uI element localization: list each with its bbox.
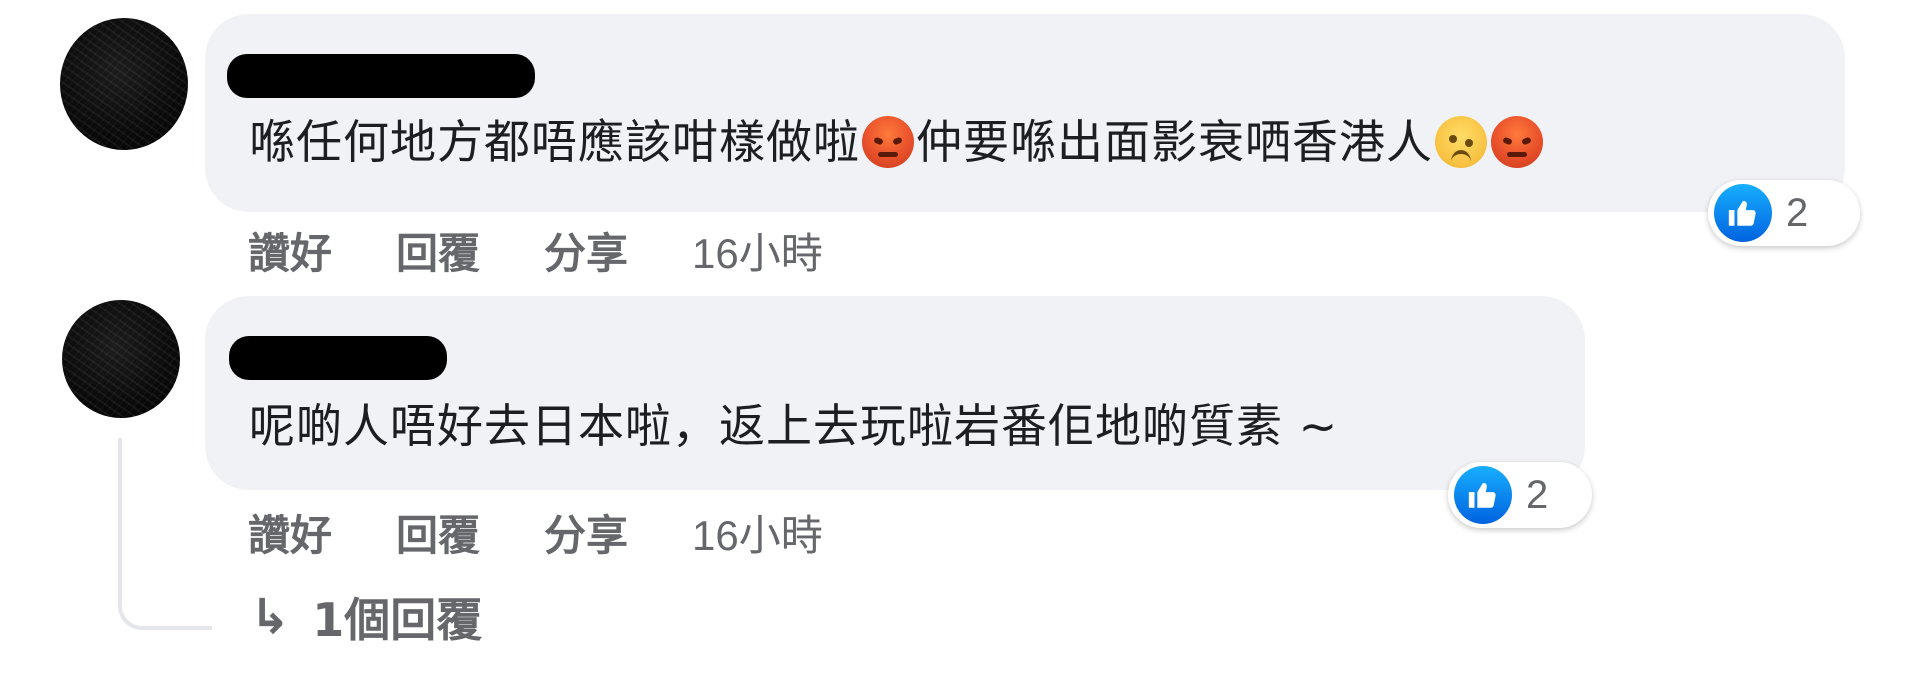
comment-actions-2: 讚好 回覆 分享 16小時	[248, 502, 823, 563]
comment-bubble-1: 喺任何地方都唔應該咁樣做啦 仲要喺出面影衰哂香港人	[205, 14, 1845, 212]
comment-bubble-2: 呢啲人唔好去日本啦，返上去玩啦岩番佢地啲質素 ~	[205, 296, 1585, 490]
share-action[interactable]: 分享	[544, 220, 628, 281]
share-action[interactable]: 分享	[544, 502, 628, 563]
reply-arrow-icon: ↳	[250, 589, 291, 645]
view-replies-link[interactable]: ↳ 1個回覆	[250, 584, 482, 650]
angry-face-emoji	[1491, 116, 1543, 168]
thumbs-up-icon	[1454, 466, 1512, 524]
commenter-avatar-1[interactable]	[60, 18, 188, 150]
reaction-count-2: 2	[1526, 472, 1549, 517]
redacted-commenter-name-1[interactable]	[227, 54, 535, 98]
woozy-face-emoji	[1435, 116, 1487, 168]
comment-text-1: 喺任何地方都唔應該咁樣做啦 仲要喺出面影衰哂香港人	[249, 114, 1545, 170]
reaction-badge-1[interactable]: 2	[1708, 180, 1860, 246]
like-action[interactable]: 讚好	[248, 502, 332, 563]
comment-text-2: 呢啲人唔好去日本啦，返上去玩啦岩番佢地啲質素 ~	[249, 399, 1339, 453]
thumbs-up-icon	[1714, 184, 1772, 242]
comment-timestamp[interactable]: 16小時	[692, 220, 823, 281]
like-action[interactable]: 讚好	[248, 220, 332, 281]
reply-thread-line	[118, 438, 212, 630]
commenter-avatar-2[interactable]	[62, 300, 180, 418]
reaction-badge-2[interactable]: 2	[1448, 462, 1592, 528]
angry-face-emoji	[862, 116, 914, 168]
comment-timestamp[interactable]: 16小時	[692, 502, 823, 563]
replies-count-label: 1個回覆	[312, 593, 483, 647]
redacted-commenter-name-2[interactable]	[229, 336, 447, 380]
comment-actions-1: 讚好 回覆 分享 16小時	[248, 220, 823, 281]
reaction-count-1: 2	[1786, 190, 1809, 235]
reply-action[interactable]: 回覆	[396, 502, 480, 563]
reply-action[interactable]: 回覆	[396, 220, 480, 281]
